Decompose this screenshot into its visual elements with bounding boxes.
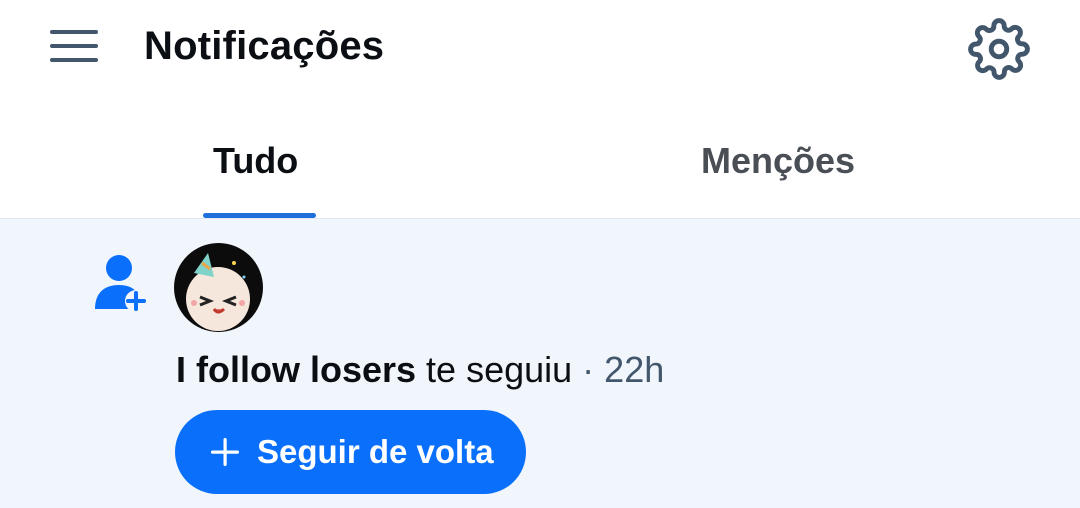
gear-icon [968, 18, 1030, 80]
tab-all[interactable]: Tudo [0, 95, 540, 219]
tab-all-label: Tudo [213, 140, 299, 181]
person-add-icon [95, 255, 147, 312]
header: Notificações [0, 0, 1080, 95]
notification-action: te seguiu [416, 349, 573, 390]
separator-dot: · [572, 349, 605, 390]
avatar[interactable] [174, 243, 263, 332]
user-name-link[interactable]: I follow losers [176, 349, 416, 390]
settings-button[interactable] [968, 18, 1030, 80]
timestamp: 22h [604, 349, 665, 390]
active-tab-indicator [203, 213, 316, 218]
tab-mentions-label: Menções [701, 140, 856, 181]
follow-back-button[interactable]: Seguir de volta [175, 410, 526, 494]
hamburger-line [50, 44, 98, 48]
plus-icon [211, 438, 239, 466]
tab-bar: Tudo Menções [0, 95, 1080, 219]
notification-text: I follow losers te seguiu · 22h [176, 348, 664, 392]
tab-mentions[interactable]: Menções [540, 95, 1080, 219]
hamburger-line [50, 58, 98, 62]
follow-back-label: Seguir de volta [257, 433, 494, 470]
notifications-screen: Notificações Tudo Menções I follow loser… [0, 0, 1080, 508]
avatar-image [174, 243, 263, 332]
menu-button[interactable] [44, 22, 104, 70]
notification-item[interactable]: I follow losers te seguiu · 22h Seguir d… [0, 219, 1080, 508]
page-title: Notificações [144, 24, 385, 68]
hamburger-line [50, 30, 98, 34]
